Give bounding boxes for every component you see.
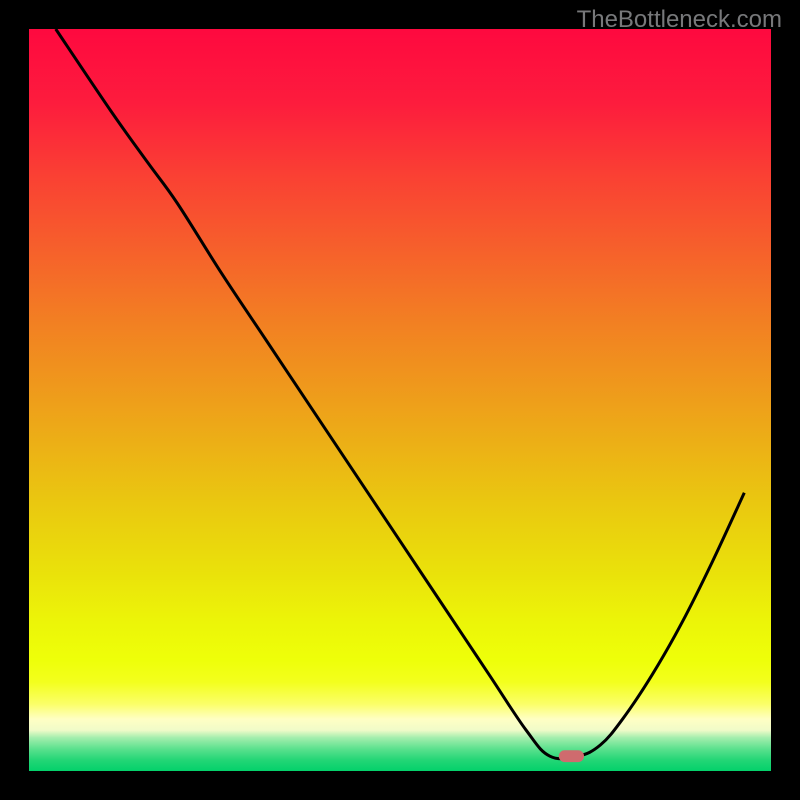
ideal-marker xyxy=(559,750,584,762)
bottleneck-chart xyxy=(0,0,800,800)
watermark-text: TheBottleneck.com xyxy=(577,6,782,34)
chart-container: TheBottleneck.com xyxy=(0,0,800,800)
